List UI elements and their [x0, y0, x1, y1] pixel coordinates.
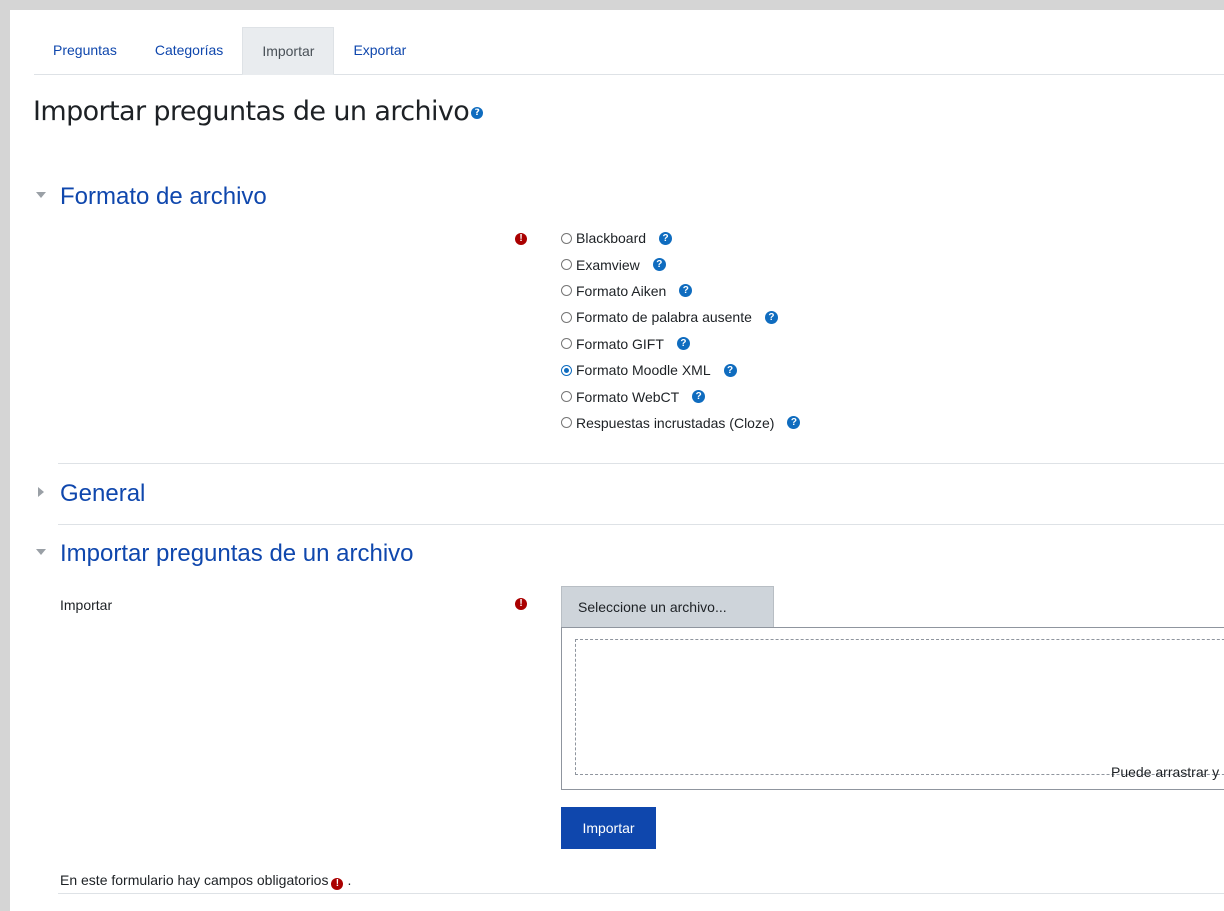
section-title-import: Importar preguntas de un archivo [60, 540, 414, 567]
radio-cloze[interactable] [561, 417, 572, 429]
section-title-general: General [60, 480, 146, 507]
question-circle-icon[interactable]: ? [659, 231, 673, 245]
section-header-general[interactable]: General [36, 480, 145, 508]
drop-hint: Puede arrastrar y [1111, 764, 1220, 780]
question-circle-icon[interactable]: ? [679, 284, 693, 298]
radio-aiken[interactable] [561, 285, 572, 297]
tab-bar: Preguntas Categorías Importar Exportar [34, 27, 1224, 75]
radio-label: Formato GIFT [576, 335, 664, 352]
radio-blackboard[interactable] [561, 232, 572, 244]
page-title: Importar preguntas de un archivo? [33, 96, 484, 127]
caret-right-icon [38, 486, 44, 497]
choose-file-button[interactable]: Seleccione un archivo... [561, 586, 774, 628]
radio-label: Blackboard [576, 230, 647, 247]
exclamation-circle-icon: ! [515, 233, 527, 245]
radio-option: Formato WebCT ? [561, 383, 800, 409]
page: Preguntas Categorías Importar Exportar I… [10, 10, 1224, 911]
divider [58, 893, 1224, 894]
tab-exportar[interactable]: Exportar [334, 27, 425, 73]
file-drop-area[interactable]: Puede arrastrar y [561, 627, 1224, 790]
exclamation-circle-icon: ! [515, 598, 527, 610]
question-circle-icon[interactable]: ? [676, 337, 690, 351]
radio-option: Formato GIFT ? [561, 331, 800, 357]
radio-label: Formato de palabra ausente [576, 309, 752, 326]
required-note-text: En este formulario hay campos obligatori… [60, 872, 329, 888]
import-submit-button[interactable]: Importar [561, 807, 656, 849]
question-circle-icon[interactable]: ? [471, 107, 484, 119]
section-title-format: Formato de archivo [60, 183, 267, 210]
tab-categorias[interactable]: Categorías [136, 27, 242, 73]
required-fields-note: En este formulario hay campos obligatori… [60, 872, 351, 890]
radio-option: Formato de palabra ausente ? [561, 304, 800, 330]
caret-down-icon [36, 191, 46, 198]
radio-option: Formato Moodle XML ? [561, 357, 800, 383]
radio-option: Blackboard ? [561, 225, 800, 251]
radio-webct[interactable] [561, 391, 572, 403]
radio-missing-word[interactable] [561, 311, 572, 323]
required-note-end: . [347, 872, 352, 888]
radio-moodle-xml[interactable] [561, 364, 572, 376]
tab-preguntas[interactable]: Preguntas [34, 27, 136, 73]
question-circle-icon[interactable]: ? [764, 310, 778, 324]
radio-label: Formato Aiken [576, 282, 667, 299]
divider [58, 463, 1224, 464]
radio-label: Formato WebCT [576, 388, 680, 405]
tab-importar[interactable]: Importar [242, 27, 335, 75]
radio-label: Respuestas incrustadas (Cloze) [576, 414, 775, 431]
question-circle-icon[interactable]: ? [692, 390, 706, 404]
radio-examview[interactable] [561, 259, 572, 271]
caret-down-icon [36, 548, 46, 555]
question-circle-icon[interactable]: ? [787, 416, 801, 430]
format-radio-group: Blackboard ? Examview ? Formato Aiken ? … [561, 225, 801, 436]
section-header-import[interactable]: Importar preguntas de un archivo [36, 540, 414, 568]
divider [58, 524, 1224, 525]
exclamation-circle-icon: ! [331, 878, 344, 890]
radio-option: Examview ? [561, 251, 800, 277]
section-header-format[interactable]: Formato de archivo [36, 183, 267, 211]
radio-label: Examview [576, 256, 640, 273]
radio-option: Formato Aiken ? [561, 278, 800, 304]
page-title-text: Importar preguntas de un archivo [33, 96, 470, 127]
radio-label: Formato Moodle XML [576, 362, 711, 379]
question-circle-icon[interactable]: ? [652, 258, 666, 272]
radio-option: Respuestas incrustadas (Cloze) ? [561, 410, 801, 436]
radio-gift[interactable] [561, 338, 572, 350]
file-drop-zone[interactable]: Puede arrastrar y [575, 639, 1224, 780]
import-field-label: Importar [60, 597, 113, 613]
question-circle-icon[interactable]: ? [723, 363, 737, 377]
